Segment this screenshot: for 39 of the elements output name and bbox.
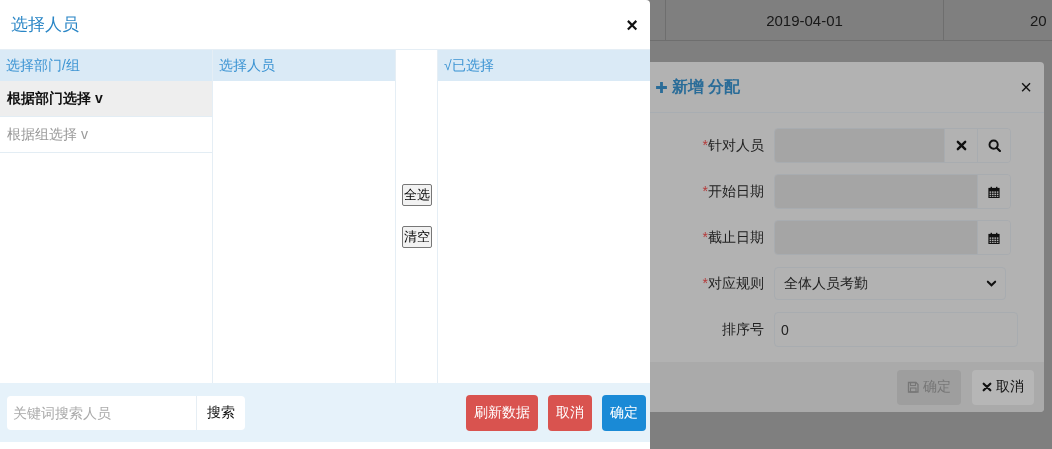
close-button[interactable]: × [622, 14, 642, 35]
dialog-title: 新增 分配 [672, 76, 741, 97]
transfer-button[interactable]: 清空 [401, 226, 432, 248]
close-icon [955, 140, 967, 151]
field-label: *对应规则 [701, 274, 764, 293]
dialog-title: 选择人员 [11, 14, 79, 36]
field-label: *开始日期 [701, 182, 764, 201]
chevron-icon [986, 278, 997, 289]
date-field[interactable] [774, 174, 1011, 209]
field-label: *截止日期 [701, 228, 764, 247]
close-icon [982, 382, 992, 392]
dropdown[interactable]: 全体人员考勤 [774, 267, 1006, 300]
save-icon [907, 381, 919, 393]
refresh-button[interactable]: 刷新数据 [466, 394, 538, 431]
search-field[interactable]: 关键词搜索人员 [7, 395, 197, 430]
table-cell: 20 [943, 0, 1052, 40]
calendar-icon [988, 231, 1000, 244]
column-header: √已选择 [438, 50, 650, 81]
search-button[interactable]: 搜索 [197, 395, 245, 430]
cancel-button[interactable]: 取消 [972, 369, 1034, 405]
calendar-button[interactable] [977, 175, 1010, 208]
table-cell: 2019-04-01 [665, 0, 943, 40]
column-header: 选择人员 [213, 50, 395, 81]
calendar-icon [988, 185, 1000, 198]
input-field[interactable] [774, 128, 1011, 163]
field-label: *针对人员 [701, 136, 764, 155]
group-option[interactable]: 根据部门选择 v [0, 81, 212, 117]
plus-icon [655, 80, 668, 94]
close-button[interactable]: × [1016, 77, 1036, 97]
confirm-button[interactable]: 确定 [602, 394, 646, 431]
date-field[interactable] [774, 220, 1011, 255]
transfer-button[interactable]: 全选 [401, 184, 432, 206]
search-button[interactable] [977, 129, 1010, 162]
column-header: 选择部门/组 [0, 50, 212, 81]
search-icon [987, 139, 1001, 152]
cancel-button[interactable]: 取消 [548, 394, 592, 431]
field-label: 排序号 [721, 320, 764, 339]
calendar-button[interactable] [977, 221, 1010, 254]
input-field[interactable]: 0 [774, 312, 1018, 347]
